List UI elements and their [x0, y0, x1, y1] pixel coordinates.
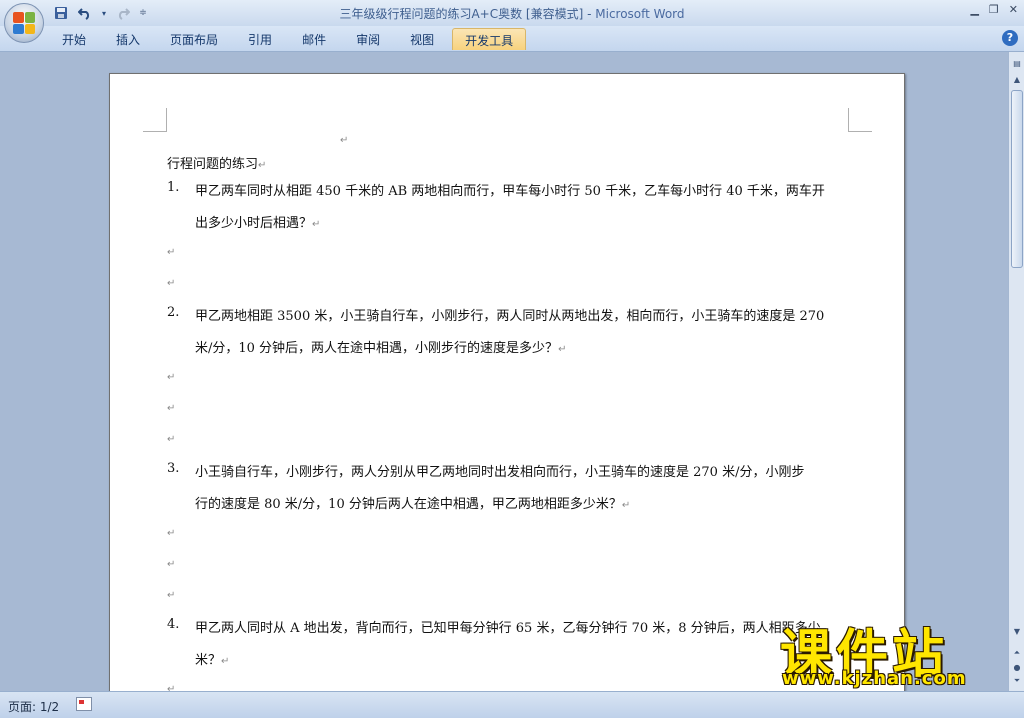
document-title: 三年级级行程问题的练习A+C奥数 [兼容模式]	[339, 7, 584, 21]
tab-references[interactable]: 引用	[236, 28, 284, 50]
document-area: ↵ 行程问题的练习↵ 1. 甲乙两车同时从相距 450 千米的 AB 两地相向而…	[0, 52, 1008, 691]
paragraph-mark: ↵	[167, 559, 176, 570]
problem-text-line: 米/分，10 分钟后，两人在途中相遇，小刚步行的速度是多少？↵	[195, 337, 566, 356]
restore-icon[interactable]: ❐	[989, 3, 999, 16]
paragraph-mark: ↵	[258, 160, 267, 171]
title-bar: ▾ ≑ 三年级级行程问题的练习A+C奥数 [兼容模式] - Microsoft …	[0, 0, 1024, 26]
paragraph-mark: ↵	[167, 403, 176, 414]
title-separator: -	[583, 7, 596, 21]
ribbon-tab-bar: 开始 插入 页面布局 引用 邮件 审阅 视图 开发工具 ?	[0, 26, 1024, 52]
window-title: 三年级级行程问题的练习A+C奥数 [兼容模式] - Microsoft Word	[0, 5, 1024, 22]
tab-page-layout[interactable]: 页面布局	[158, 28, 230, 50]
minimize-icon[interactable]: ▁	[970, 3, 978, 16]
problem-text-line: 米？↵	[195, 649, 229, 668]
problem-text-end: 出多少小时后相遇？	[195, 216, 313, 231]
paragraph-mark: ↵	[340, 135, 349, 146]
problem-text-line: 行的速度是 80 米/分，10 分钟后两人在途中相遇，甲乙两地相距多少米？↵	[195, 493, 630, 512]
office-logo-icon	[13, 12, 35, 34]
scroll-thumb[interactable]	[1011, 90, 1023, 268]
status-bar: 页面: 1/2	[0, 691, 1024, 718]
window-controls: ▁ ❐ ✕	[970, 3, 1018, 16]
problem-text-line: 出多少小时后相遇？↵	[195, 212, 320, 231]
tab-developer[interactable]: 开发工具	[452, 28, 527, 50]
problem-number: 2.	[167, 305, 180, 320]
close-icon[interactable]: ✕	[1009, 3, 1018, 16]
paragraph-mark: ↵	[167, 434, 176, 445]
help-icon[interactable]: ?	[1002, 30, 1018, 46]
ruler-toggle-icon[interactable]: ▤	[1010, 56, 1024, 70]
tab-view[interactable]: 视图	[398, 28, 446, 50]
problem-number: 3.	[167, 461, 180, 476]
paragraph-mark: ↵	[312, 219, 321, 230]
paragraph-mark: ↵	[167, 528, 176, 539]
paragraph-mark: ↵	[221, 656, 230, 667]
scroll-down-icon[interactable]: ▼	[1010, 624, 1024, 638]
document-heading: 行程问题的练习↵	[167, 153, 266, 172]
paragraph-mark: ↵	[167, 372, 176, 383]
page-counter[interactable]: 页面: 1/2	[8, 698, 59, 715]
problem-text-line: 甲乙两地相距 3500 米，小王骑自行车，小刚步行，两人同时从两地出发，相向而行…	[195, 309, 825, 324]
problem-text-line: 甲乙两人同时从 A 地出发，背向而行，已知甲每分钟行 65 米，乙每分钟行 70…	[195, 621, 821, 636]
watermark: 课件站 www.kjzhan.com	[770, 612, 1006, 692]
problem-text-end: 行的速度是 80 米/分，10 分钟后两人在途中相遇，甲乙两地相距多少米？	[195, 497, 622, 512]
paragraph-mark: ↵	[621, 500, 631, 511]
next-page-icon[interactable]: ⏷	[1010, 674, 1024, 688]
office-button[interactable]	[4, 3, 44, 43]
paragraph-mark: ↵	[167, 247, 176, 258]
problem-text-end: 米？	[195, 653, 222, 668]
problem-number: 4.	[167, 617, 180, 632]
vertical-scrollbar[interactable]: ▤ ▲ ▼ ⏶ ● ⏷	[1008, 52, 1024, 691]
paragraph-mark: ↵	[167, 684, 176, 691]
tab-insert[interactable]: 插入	[104, 28, 152, 50]
document-page[interactable]: ↵ 行程问题的练习↵ 1. 甲乙两车同时从相距 450 千米的 AB 两地相向而…	[109, 73, 905, 691]
tab-mailings[interactable]: 邮件	[290, 28, 338, 50]
problem-number: 1.	[167, 180, 180, 195]
previous-page-icon[interactable]: ⏶	[1010, 646, 1024, 660]
tab-review[interactable]: 审阅	[344, 28, 392, 50]
browse-object-icon[interactable]: ●	[1010, 660, 1024, 674]
paragraph-mark: ↵	[558, 344, 567, 355]
paragraph-mark: ↵	[167, 278, 176, 289]
scroll-up-icon[interactable]: ▲	[1010, 72, 1024, 86]
watermark-url: www.kjzhan.com	[782, 668, 967, 689]
margin-corner-top-right	[848, 108, 872, 132]
proofing-status-icon[interactable]	[76, 697, 92, 711]
margin-corner-top-left	[143, 108, 167, 132]
tab-home[interactable]: 开始	[50, 28, 98, 50]
paragraph-mark: ↵	[167, 590, 176, 601]
ribbon-tabs: 开始 插入 页面布局 引用 邮件 审阅 视图 开发工具	[50, 28, 532, 50]
heading-text: 行程问题的练习	[167, 157, 259, 172]
app-name: Microsoft Word	[595, 7, 685, 21]
problem-text-line: 甲乙两车同时从相距 450 千米的 AB 两地相向而行，甲车每小时行 50 千米…	[195, 184, 825, 199]
problem-text-end: 米/分，10 分钟后，两人在途中相遇，小刚步行的速度是多少？	[195, 341, 559, 356]
problem-text-line: 小王骑自行车，小刚步行，两人分别从甲乙两地同时出发相向而行，小王骑车的速度是 2…	[195, 465, 805, 480]
